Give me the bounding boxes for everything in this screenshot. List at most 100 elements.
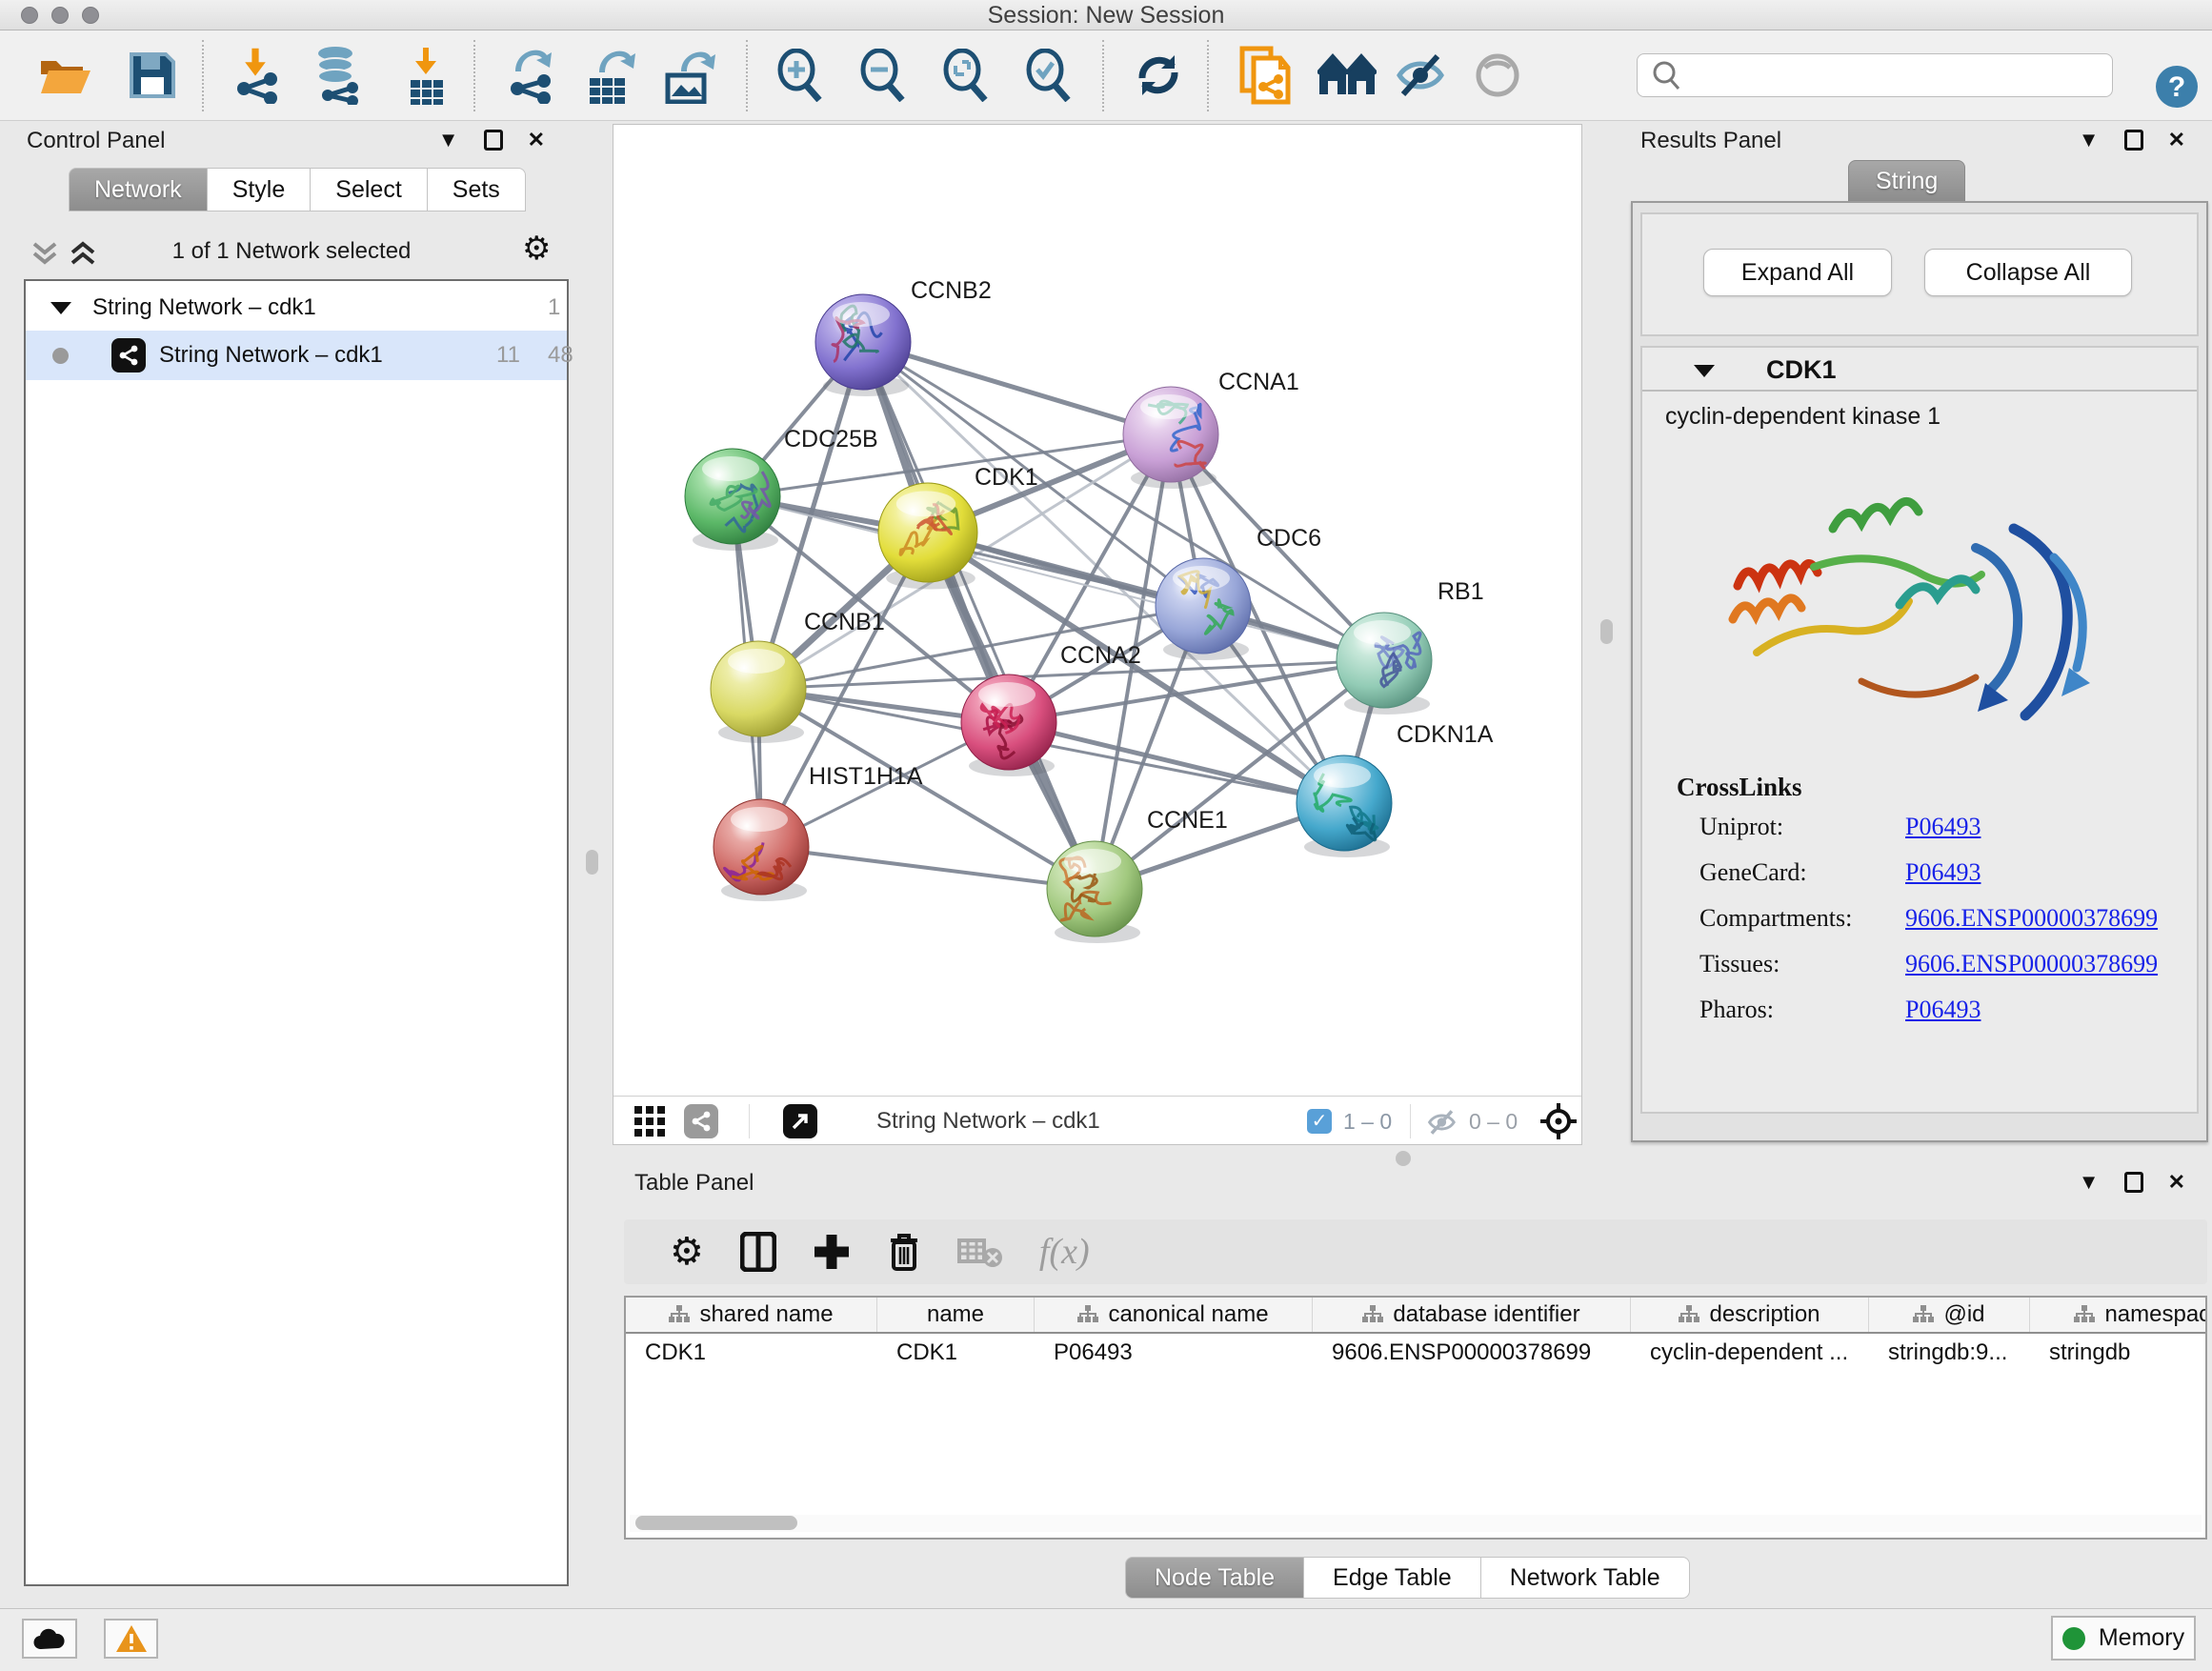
open-session-button[interactable] bbox=[31, 42, 98, 109]
column-header[interactable]: name bbox=[877, 1298, 1035, 1332]
close-panel-icon[interactable]: ✕ bbox=[2168, 130, 2185, 151]
network-graph[interactable]: CCNB2CCNA1CDC25BCDK1CDC6RB1CCNB1CCNA2CDK… bbox=[613, 125, 1581, 1096]
network-view[interactable]: CCNB2CCNA1CDC25BCDK1CDC6RB1CCNB1CCNA2CDK… bbox=[613, 124, 1582, 1145]
left-splitter-handle[interactable] bbox=[586, 850, 598, 875]
network-name: String Network – cdk1 bbox=[159, 342, 383, 369]
table-row[interactable]: CDK1CDK1P064939606.ENSP00000378699cyclin… bbox=[626, 1334, 2205, 1372]
import-network-file-button[interactable] bbox=[224, 42, 291, 109]
table-cell[interactable]: stringdb:9... bbox=[1869, 1334, 2030, 1372]
hide-graphics-button[interactable] bbox=[1388, 42, 1455, 109]
table-cell[interactable]: CDK1 bbox=[626, 1334, 877, 1372]
show-graphics-button[interactable] bbox=[1464, 42, 1531, 109]
warnings-button[interactable] bbox=[104, 1619, 158, 1659]
scrollbar-thumb[interactable] bbox=[635, 1516, 797, 1530]
show-columns-icon[interactable] bbox=[740, 1232, 776, 1272]
copy-style-button[interactable] bbox=[1232, 42, 1298, 109]
node-CCNA1[interactable]: CCNA1 bbox=[1123, 369, 1299, 489]
column-header[interactable]: canonical name bbox=[1035, 1298, 1313, 1332]
delete-trash-icon[interactable] bbox=[887, 1231, 921, 1273]
network-selection-summary: 1 of 1 Network selected bbox=[10, 238, 573, 265]
crosslink-link[interactable]: P06493 bbox=[1905, 996, 1981, 1024]
tab-edge-table[interactable]: Edge Table bbox=[1304, 1557, 1481, 1599]
tab-network[interactable]: Network bbox=[69, 168, 208, 211]
houses-icon bbox=[1317, 52, 1377, 98]
collapse-triangle-icon[interactable] bbox=[50, 300, 71, 315]
network-collection-row[interactable]: String Network – cdk1 1 bbox=[26, 283, 567, 331]
node-CCNB2[interactable]: CCNB2 bbox=[815, 277, 992, 396]
tab-node-table[interactable]: Node Table bbox=[1125, 1557, 1304, 1599]
import-network-database-button[interactable] bbox=[306, 42, 372, 109]
tab-select[interactable]: Select bbox=[311, 168, 427, 211]
string-view-icon[interactable] bbox=[684, 1104, 718, 1138]
close-panel-icon[interactable]: ✕ bbox=[2168, 1172, 2185, 1193]
table-cell[interactable]: CDK1 bbox=[877, 1334, 1035, 1372]
crosslink-link[interactable]: P06493 bbox=[1905, 813, 1981, 841]
column-header[interactable]: description bbox=[1631, 1298, 1869, 1332]
table-cell[interactable]: 9606.ENSP00000378699 bbox=[1313, 1334, 1631, 1372]
collapse-triangle-icon[interactable] bbox=[1694, 363, 1715, 378]
tab-network-table[interactable]: Network Table bbox=[1481, 1557, 1690, 1599]
node-CDC6[interactable]: CDC6 bbox=[1156, 525, 1321, 660]
svg-text:?: ? bbox=[2168, 71, 2185, 103]
grid-view-icon[interactable] bbox=[634, 1106, 665, 1137]
tab-style[interactable]: Style bbox=[208, 168, 312, 211]
zoom-in-button[interactable] bbox=[767, 42, 834, 109]
update-network-button[interactable] bbox=[1125, 42, 1192, 109]
expand-all-button[interactable]: Expand All bbox=[1703, 249, 1892, 296]
import-table-file-button[interactable] bbox=[392, 42, 459, 109]
open-in-browser-icon[interactable] bbox=[783, 1104, 817, 1138]
houses-button[interactable] bbox=[1314, 42, 1380, 109]
right-splitter-handle[interactable] bbox=[1600, 619, 1613, 644]
fit-content-button[interactable] bbox=[933, 42, 999, 109]
gear-icon[interactable]: ⚙ bbox=[522, 232, 551, 265]
crosslink-link[interactable]: 9606.ENSP00000378699 bbox=[1905, 904, 2158, 933]
help-button[interactable]: ? bbox=[2155, 65, 2199, 109]
node-CDK1[interactable]: CDK1 bbox=[878, 464, 1038, 589]
node-RB1[interactable]: RB1 bbox=[1337, 578, 1484, 715]
close-panel-icon[interactable]: ✕ bbox=[528, 130, 545, 151]
table-cell[interactable]: cyclin-dependent ... bbox=[1631, 1334, 1869, 1372]
panel-menu-icon[interactable]: ▼ bbox=[2079, 1172, 2100, 1193]
column-header[interactable]: namespace bbox=[2030, 1298, 2207, 1332]
selected-checkbox-icon[interactable]: ✓ bbox=[1307, 1109, 1332, 1134]
node-label: HIST1H1A bbox=[809, 763, 923, 790]
tab-sets[interactable]: Sets bbox=[428, 168, 526, 211]
current-network-dot bbox=[52, 348, 69, 364]
node-table[interactable]: shared namenamecanonical namedatabase id… bbox=[624, 1296, 2207, 1540]
network-row[interactable]: String Network – cdk1 11 48 bbox=[26, 331, 567, 380]
node-CCNE1[interactable]: CCNE1 bbox=[1047, 807, 1228, 943]
float-panel-icon[interactable] bbox=[2124, 130, 2143, 151]
zoom-selected-button[interactable] bbox=[1016, 42, 1082, 109]
cloud-button[interactable] bbox=[22, 1619, 77, 1659]
node-HIST1H1A[interactable]: HIST1H1A bbox=[714, 763, 923, 901]
crosslink-link[interactable]: P06493 bbox=[1905, 858, 1981, 887]
float-panel-icon[interactable] bbox=[2124, 1172, 2143, 1193]
collapse-all-button[interactable]: Collapse All bbox=[1924, 249, 2132, 296]
panel-menu-icon[interactable]: ▼ bbox=[438, 130, 459, 151]
horizontal-splitter-handle[interactable] bbox=[1396, 1151, 1411, 1166]
float-panel-icon[interactable] bbox=[484, 130, 503, 151]
zoom-out-button[interactable] bbox=[850, 42, 916, 109]
horizontal-scrollbar[interactable] bbox=[630, 1515, 2202, 1532]
birds-eye-toggle-icon[interactable] bbox=[1539, 1102, 1578, 1140]
column-header[interactable]: database identifier bbox=[1313, 1298, 1631, 1332]
search-input[interactable] bbox=[1689, 56, 2112, 94]
column-header[interactable]: @id bbox=[1869, 1298, 2030, 1332]
table-options-gear-icon[interactable]: ⚙ bbox=[670, 1233, 704, 1271]
column-header[interactable]: shared name bbox=[626, 1298, 877, 1332]
panel-menu-icon[interactable]: ▼ bbox=[2079, 130, 2100, 151]
tab-string[interactable]: String bbox=[1848, 160, 1965, 202]
export-network-button[interactable] bbox=[497, 42, 564, 109]
export-table-button[interactable] bbox=[577, 42, 644, 109]
memory-button[interactable]: Memory bbox=[2051, 1616, 2196, 1661]
crosslink-link[interactable]: 9606.ENSP00000378699 bbox=[1905, 950, 2158, 978]
add-column-icon[interactable] bbox=[813, 1233, 851, 1271]
node-CCNB1[interactable]: CCNB1 bbox=[711, 609, 885, 743]
save-session-button[interactable] bbox=[119, 42, 186, 109]
table-cell[interactable]: stringdb bbox=[2030, 1334, 2207, 1372]
node-CDKN1A[interactable]: CDKN1A bbox=[1297, 721, 1494, 857]
export-image-button[interactable] bbox=[656, 42, 723, 109]
gene-card-header[interactable]: CDK1 bbox=[1642, 348, 2197, 392]
table-cell[interactable]: P06493 bbox=[1035, 1334, 1313, 1372]
edge-HIST1H1A-CCNE1[interactable] bbox=[761, 847, 1095, 889]
